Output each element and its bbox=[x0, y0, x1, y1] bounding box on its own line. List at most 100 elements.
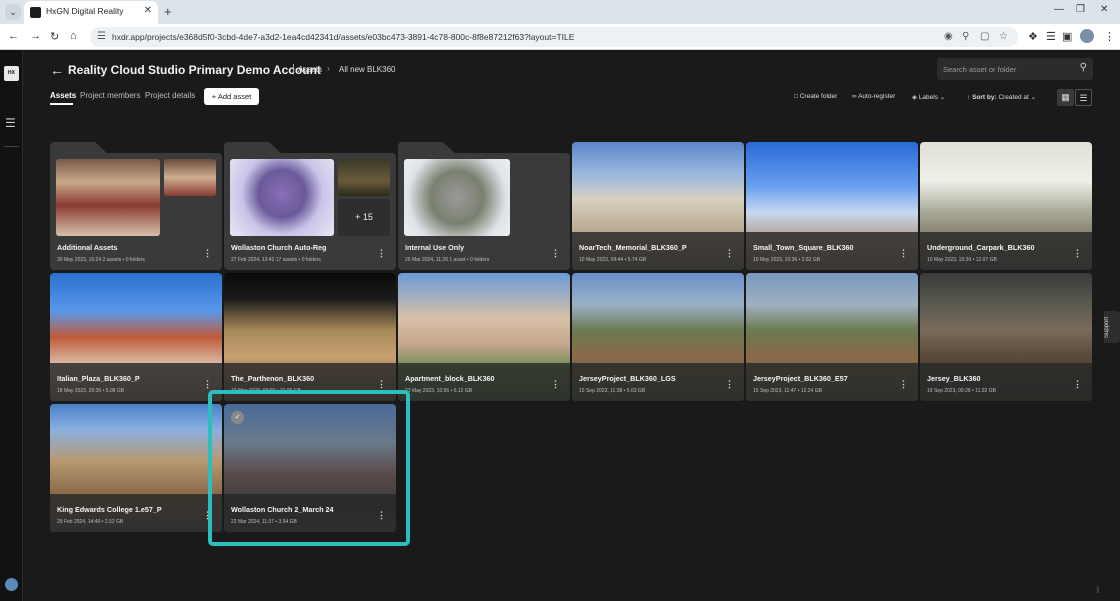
breadcrumb-assets-link[interactable]: Assets bbox=[298, 65, 322, 74]
asset-card[interactable]: NoarTech_Memorial_BLK360_P 10 May 2023, … bbox=[572, 142, 744, 270]
asset-card[interactable]: King Edwards College 1.e57_P 29 Feb 2024… bbox=[50, 404, 222, 532]
folder-thumbnail bbox=[230, 159, 334, 236]
site-favicon-icon bbox=[30, 7, 41, 18]
labels-label: Labels bbox=[918, 94, 938, 101]
browser-tabbar: ⌄ HxGN Digital Reality ✕ + — ❐ ✕ bbox=[0, 0, 1120, 24]
more-options-icon[interactable]: ⋮ bbox=[725, 379, 734, 390]
folder-thumbnail bbox=[56, 159, 160, 236]
extensions-icon[interactable]: ❖ bbox=[1028, 30, 1038, 43]
sidepanel-icon[interactable]: ▣ bbox=[1062, 30, 1072, 43]
folder-card[interactable]: Internal Use Only 25 Mar 2024, 11:26 1 a… bbox=[398, 142, 570, 270]
reload-icon[interactable]: ↻ bbox=[50, 30, 59, 43]
app-logo-icon[interactable]: HX bbox=[4, 66, 19, 81]
more-options-icon[interactable]: ⋮ bbox=[1073, 379, 1082, 390]
tab-list-chevron-icon[interactable]: ⌄ bbox=[5, 4, 21, 20]
folder-title: Wollaston Church Auto-Reg bbox=[231, 243, 327, 252]
close-window-icon[interactable]: ✕ bbox=[1100, 4, 1108, 15]
more-options-icon[interactable]: ⋮ bbox=[899, 379, 908, 390]
address-bar[interactable]: ☰ hxdr.app/projects/e368d5f0-3cbd-4de7-a… bbox=[90, 27, 1018, 47]
asset-meta: 23 May 2023, 10:56 • 6.12 GB bbox=[405, 388, 473, 394]
minimize-icon[interactable]: — bbox=[1054, 4, 1064, 15]
asset-card[interactable]: JerseyProject_BLK360_LGS 15 Sep 2023, 11… bbox=[572, 273, 744, 401]
asset-card[interactable]: Apartment_block_BLK360 23 May 2023, 10:5… bbox=[398, 273, 570, 401]
profile-avatar[interactable] bbox=[1080, 29, 1094, 43]
browser-tab[interactable]: HxGN Digital Reality ✕ bbox=[24, 1, 158, 24]
breadcrumb-current: All new BLK360 bbox=[339, 65, 396, 74]
more-options-icon[interactable]: ⋮ bbox=[203, 379, 212, 390]
close-tab-icon[interactable]: ✕ bbox=[144, 5, 152, 16]
back-icon[interactable]: ← bbox=[8, 30, 19, 42]
more-options-icon[interactable]: ⋮ bbox=[551, 248, 560, 259]
hamburger-menu-icon[interactable]: ☰ bbox=[5, 116, 16, 130]
user-avatar[interactable] bbox=[5, 578, 18, 591]
list-view-icon[interactable]: ☰ bbox=[1075, 89, 1092, 106]
breadcrumb-chevron-icon: › bbox=[327, 64, 330, 73]
app-side-rail: HX ☰ bbox=[0, 50, 23, 601]
asset-title: JerseyProject_BLK360_E57 bbox=[753, 374, 848, 383]
zoom-icon[interactable]: ⚲ bbox=[962, 31, 969, 42]
sort-by-value: Created at bbox=[998, 94, 1029, 101]
new-tab-icon[interactable]: + bbox=[164, 4, 172, 19]
tab-assets[interactable]: Assets bbox=[50, 91, 76, 100]
folder-card[interactable]: + 15 Wollaston Church Auto-Reg 27 Feb 20… bbox=[224, 142, 396, 270]
grid-view-icon[interactable]: ▦ bbox=[1057, 89, 1074, 106]
asset-meta: 18 May 2023, 20:35 • 5.08 GB bbox=[57, 388, 125, 394]
restore-icon[interactable]: ❐ bbox=[1076, 4, 1085, 15]
tab-project-details[interactable]: Project details bbox=[145, 91, 195, 100]
asset-meta: 19 Sep 2023, 09:28 • 11.92 GB bbox=[927, 388, 996, 394]
page-icon[interactable]: ▢ bbox=[980, 31, 989, 42]
asset-card[interactable]: Underground_Carpark_BLK360 10 May 2023, … bbox=[920, 142, 1092, 270]
more-options-icon[interactable]: ⋮ bbox=[1073, 248, 1082, 259]
folder-card[interactable]: Additional Assets 30 May 2023, 16:24 2 a… bbox=[50, 142, 222, 270]
asset-meta: 15 Sep 2023, 11:38 • 5.63 GB bbox=[579, 388, 646, 394]
asset-card[interactable]: Jersey_BLK360 19 Sep 2023, 09:28 • 11.92… bbox=[920, 273, 1092, 401]
more-menu-icon[interactable]: ⋮ bbox=[1104, 30, 1115, 43]
more-options-icon[interactable]: ⋮ bbox=[377, 379, 386, 390]
asset-title: Underground_Carpark_BLK360 bbox=[927, 243, 1035, 252]
rail-divider bbox=[4, 146, 19, 147]
labels-dropdown[interactable]: ◈ Labels ⌄ bbox=[912, 93, 945, 101]
more-options-icon[interactable]: ⋮ bbox=[725, 248, 734, 259]
selection-highlight bbox=[208, 390, 410, 546]
auto-register-button[interactable]: ∞ Auto-register bbox=[852, 93, 895, 100]
folder-thumbnail bbox=[404, 159, 510, 236]
more-options-icon[interactable]: ⋮ bbox=[551, 379, 560, 390]
add-asset-button[interactable]: + Add asset bbox=[204, 88, 259, 105]
folder-meta: 30 May 2023, 16:24 2 assets • 0 folders bbox=[57, 257, 145, 263]
folder-title: Additional Assets bbox=[57, 243, 118, 252]
support-tab[interactable]: Support bbox=[1104, 311, 1120, 343]
bookmark-star-icon[interactable]: ☆ bbox=[999, 31, 1008, 42]
browser-toolbar: ← → ↻ ⌂ ☰ hxdr.app/projects/e368d5f0-3cb… bbox=[0, 24, 1120, 50]
sort-dropdown[interactable]: ↑ Sort by: Created at ⌄ bbox=[967, 93, 1036, 101]
more-options-icon[interactable]: ⋮ bbox=[377, 248, 386, 259]
asset-card[interactable]: The_Parthenon_BLK360 19 May 2023, 09:00 … bbox=[224, 273, 396, 401]
sort-by-label: Sort by: bbox=[972, 94, 997, 101]
asset-card[interactable]: JerseyProject_BLK360_E57 15 Sep 2023, 11… bbox=[746, 273, 918, 401]
asset-meta: 15 Sep 2023, 11:47 • 12.24 GB bbox=[753, 388, 822, 394]
site-info-icon[interactable]: ☰ bbox=[97, 31, 106, 42]
tab-project-members[interactable]: Project members bbox=[80, 91, 140, 100]
create-folder-button[interactable]: □ Create folder bbox=[794, 93, 837, 100]
search-placeholder: Search asset or folder bbox=[943, 65, 1017, 74]
create-folder-label: Create folder bbox=[799, 93, 838, 100]
location-icon[interactable]: ◉ bbox=[944, 31, 953, 42]
asset-meta: 10 May 2023, 10:39 • 12.07 GB bbox=[927, 257, 997, 263]
more-options-icon[interactable]: ⋮ bbox=[899, 248, 908, 259]
back-arrow-icon[interactable]: ← bbox=[50, 62, 64, 78]
url-text: hxdr.app/projects/e368d5f0-3cbd-4de7-a3d… bbox=[112, 32, 575, 42]
media-icon[interactable]: ☰ bbox=[1046, 30, 1056, 43]
asset-card[interactable]: Italian_Plaza_BLK360_P 18 May 2023, 20:3… bbox=[50, 273, 222, 401]
forward-icon[interactable]: → bbox=[30, 30, 41, 42]
folder-title: Internal Use Only bbox=[405, 243, 465, 252]
home-icon[interactable]: ⌂ bbox=[70, 30, 77, 42]
tab-title: HxGN Digital Reality bbox=[46, 6, 124, 16]
resize-handle-icon[interactable]: ‖ bbox=[1096, 585, 1100, 595]
auto-register-label: Auto-register bbox=[858, 93, 896, 100]
search-icon[interactable]: ⚲ bbox=[1080, 62, 1087, 73]
asset-card[interactable]: Small_Town_Square_BLK360 10 May 2023, 10… bbox=[746, 142, 918, 270]
asset-title: Small_Town_Square_BLK360 bbox=[753, 243, 854, 252]
tag-icon: ◈ bbox=[912, 94, 919, 101]
asset-title: NoarTech_Memorial_BLK360_P bbox=[579, 243, 687, 252]
search-input[interactable]: Search asset or folder ⚲ bbox=[937, 58, 1093, 80]
more-options-icon[interactable]: ⋮ bbox=[203, 248, 212, 259]
